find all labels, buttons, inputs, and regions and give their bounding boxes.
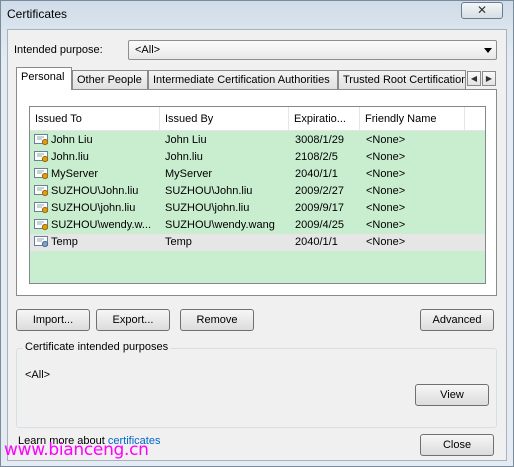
cell-expiration: 2040/1/1 <box>295 168 338 180</box>
dialog-client: Intended purpose: <All> Personal Other P… <box>7 29 507 461</box>
table-row[interactable]: SUZHOU\john.liu SUZHOU\john.liu 2009/9/1… <box>30 200 485 217</box>
column-issued-to[interactable]: Issued To <box>30 107 160 131</box>
column-expiration[interactable]: Expiratio... <box>289 107 360 131</box>
cell-friendly-name: <None> <box>366 185 406 197</box>
list-rows: John Liu John Liu 3008/1/29 <None> John.… <box>30 132 485 251</box>
cell-issued-to: SUZHOU\john.liu <box>51 202 136 214</box>
table-row[interactable]: Temp Temp 2040/1/1 <None> <box>30 234 485 251</box>
cell-issued-to: SUZHOU\John.liu <box>51 185 139 197</box>
certificates-window: Certificates ✕ Intended purpose: <All> P… <box>0 0 514 467</box>
cell-expiration: 2009/4/25 <box>295 219 344 231</box>
cell-expiration: 2009/2/27 <box>295 185 344 197</box>
certificate-icon <box>34 151 49 163</box>
cell-issued-to: Temp <box>51 236 78 248</box>
remove-button[interactable]: Remove <box>180 309 254 331</box>
cell-issued-to: John.liu <box>51 151 89 163</box>
certificate-icon <box>34 202 49 214</box>
column-friendly-name[interactable]: Friendly Name <box>360 107 465 131</box>
table-row[interactable]: SUZHOU\John.liu SUZHOU\John.liu 2009/2/2… <box>30 183 485 200</box>
cell-issued-by: SUZHOU\john.liu <box>165 202 250 214</box>
tab-strip: Personal Other People Intermediate Certi… <box>16 67 496 90</box>
cell-issued-by: SUZHOU\John.liu <box>165 185 253 197</box>
cell-expiration: 2040/1/1 <box>295 236 338 248</box>
cell-issued-by: MyServer <box>165 168 213 180</box>
certificate-icon <box>34 219 49 231</box>
tab-intermediate-ca[interactable]: Intermediate Certification Authorities <box>148 70 338 89</box>
close-button[interactable]: Close <box>420 434 494 456</box>
cell-issued-to: MyServer <box>51 168 99 180</box>
table-row[interactable]: SUZHOU\wendy.w... SUZHOU\wendy.wang 2009… <box>30 217 485 234</box>
certificate-icon <box>34 236 49 248</box>
cell-issued-by: John.liu <box>165 151 203 163</box>
window-close-button[interactable]: ✕ <box>461 2 503 19</box>
tab-personal[interactable]: Personal <box>16 67 72 90</box>
watermark-text: www.bianceng.cn <box>4 440 149 460</box>
cell-friendly-name: <None> <box>366 219 406 231</box>
column-issued-by[interactable]: Issued By <box>160 107 289 131</box>
cell-friendly-name: <None> <box>366 151 406 163</box>
tab-other-people[interactable]: Other People <box>72 70 148 89</box>
import-button[interactable]: Import... <box>16 309 90 331</box>
certificate-icon <box>34 134 49 146</box>
cell-friendly-name: <None> <box>366 168 406 180</box>
cell-friendly-name: <None> <box>366 236 406 248</box>
tab-scroll-left-icon[interactable]: ◀ <box>467 71 481 86</box>
cell-expiration: 2108/2/5 <box>295 151 338 163</box>
cell-expiration: 2009/9/17 <box>295 202 344 214</box>
cell-issued-by: SUZHOU\wendy.wang <box>165 219 275 231</box>
intended-purposes-value: <All> <box>25 369 51 381</box>
cell-friendly-name: <None> <box>366 134 406 146</box>
list-header: Issued To Issued By Expiratio... Friendl… <box>30 107 485 131</box>
certificate-icon <box>34 185 49 197</box>
certificate-list[interactable]: Issued To Issued By Expiratio... Friendl… <box>29 106 486 284</box>
certificate-intended-purposes-group: Certificate intended purposes <All> View <box>16 341 497 428</box>
tab-trusted-root[interactable]: Trusted Root Certification <box>338 70 466 89</box>
certificate-icon <box>34 168 49 180</box>
group-title: Certificate intended purposes <box>23 341 171 353</box>
view-button[interactable]: View <box>415 384 489 406</box>
cell-expiration: 3008/1/29 <box>295 134 344 146</box>
tab-scroll-right-icon[interactable]: ▶ <box>482 71 496 86</box>
export-button[interactable]: Export... <box>96 309 170 331</box>
chevron-down-icon <box>484 48 492 53</box>
cell-issued-by: John Liu <box>165 134 207 146</box>
cell-issued-by: Temp <box>165 236 192 248</box>
table-row[interactable]: MyServer MyServer 2040/1/1 <None> <box>30 166 485 183</box>
table-row[interactable]: John Liu John Liu 3008/1/29 <None> <box>30 132 485 149</box>
cell-friendly-name: <None> <box>366 202 406 214</box>
cell-issued-to: John Liu <box>51 134 93 146</box>
intended-purpose-value: <All> <box>135 44 161 56</box>
window-title: Certificates <box>7 7 68 21</box>
advanced-button[interactable]: Advanced <box>420 309 494 331</box>
intended-purpose-select[interactable]: <All> <box>128 40 497 60</box>
tab-panel-personal: Issued To Issued By Expiratio... Friendl… <box>16 89 497 296</box>
intended-purpose-label: Intended purpose: <box>14 44 103 56</box>
table-row[interactable]: John.liu John.liu 2108/2/5 <None> <box>30 149 485 166</box>
cell-issued-to: SUZHOU\wendy.w... <box>51 219 152 231</box>
